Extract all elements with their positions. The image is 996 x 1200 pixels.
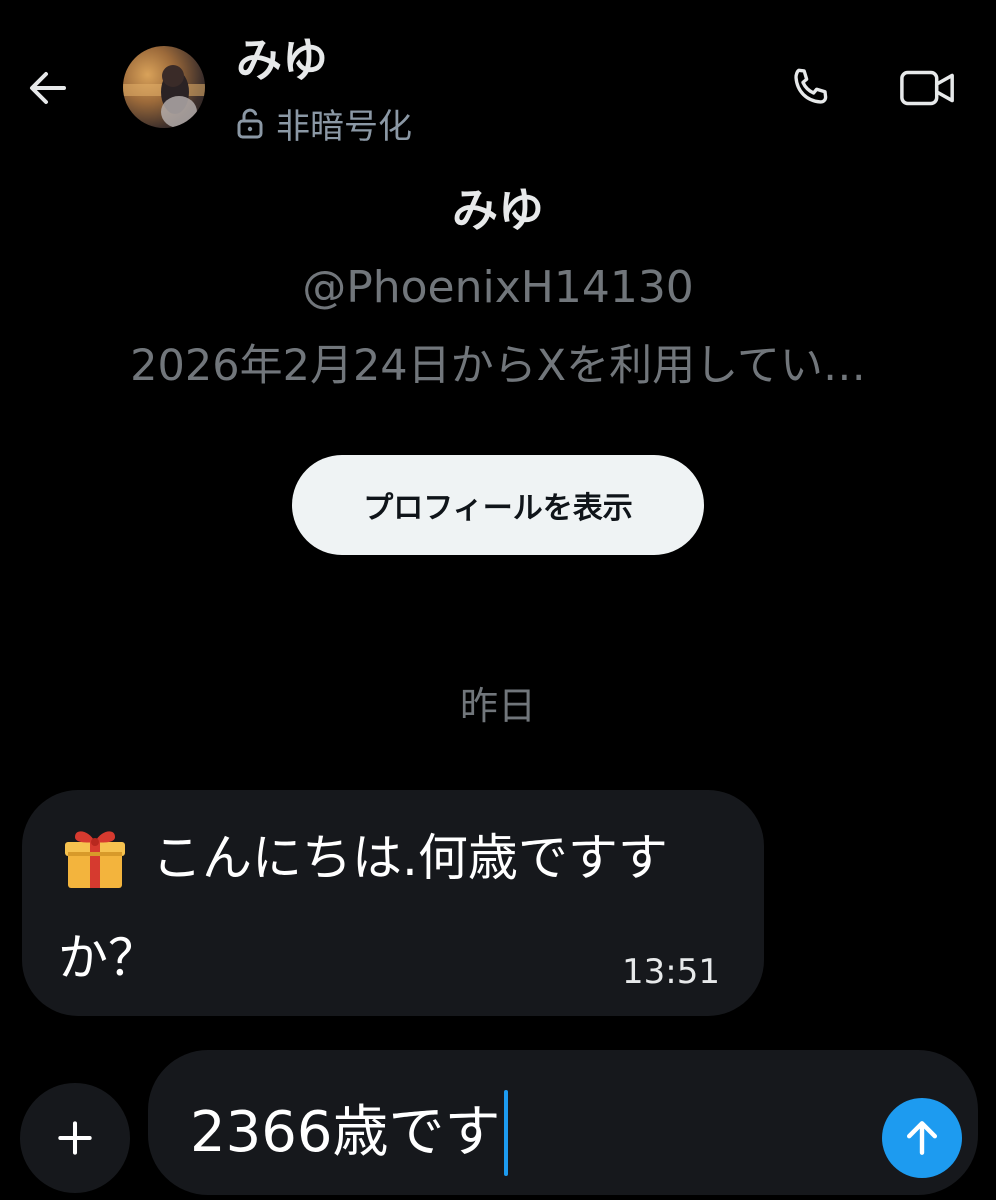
avatar[interactable]: [123, 46, 205, 128]
video-call-button[interactable]: [892, 56, 964, 120]
voice-call-button[interactable]: [778, 56, 842, 120]
gift-icon: [60, 822, 130, 892]
encryption-status: 非暗号化: [236, 98, 412, 148]
send-button[interactable]: [882, 1098, 962, 1178]
arrow-up-icon: [906, 1121, 938, 1155]
add-attachment-button[interactable]: [20, 1083, 130, 1193]
back-button[interactable]: [18, 58, 78, 118]
avatar-image: [123, 65, 205, 128]
text-caret: [503, 1090, 508, 1176]
arrow-left-icon: [30, 72, 66, 104]
view-profile-button[interactable]: プロフィールを表示: [292, 455, 704, 555]
message-text-line2: か？: [58, 929, 158, 987]
video-camera-icon: [900, 70, 954, 106]
message-input-value: 2366歳です: [190, 1100, 501, 1165]
message-input-text[interactable]: 2366歳です: [190, 1090, 508, 1176]
date-separator: 昨日: [459, 684, 536, 728]
encryption-label: 非暗号化: [276, 106, 412, 147]
profile-joined-date: 2026年2月24日からXを利用してい…: [130, 341, 866, 391]
phone-icon: [794, 68, 828, 104]
profile-handle: @PhoenixH14130: [302, 262, 694, 313]
profile-name: みゆ: [452, 183, 544, 237]
message-timestamp: 13:51: [622, 952, 720, 992]
unlock-icon: [237, 108, 263, 139]
plus-icon: [58, 1121, 92, 1155]
conversation-title: みゆ: [236, 33, 328, 87]
message-text-line1: こんにちは.何歳ですす: [152, 829, 668, 887]
